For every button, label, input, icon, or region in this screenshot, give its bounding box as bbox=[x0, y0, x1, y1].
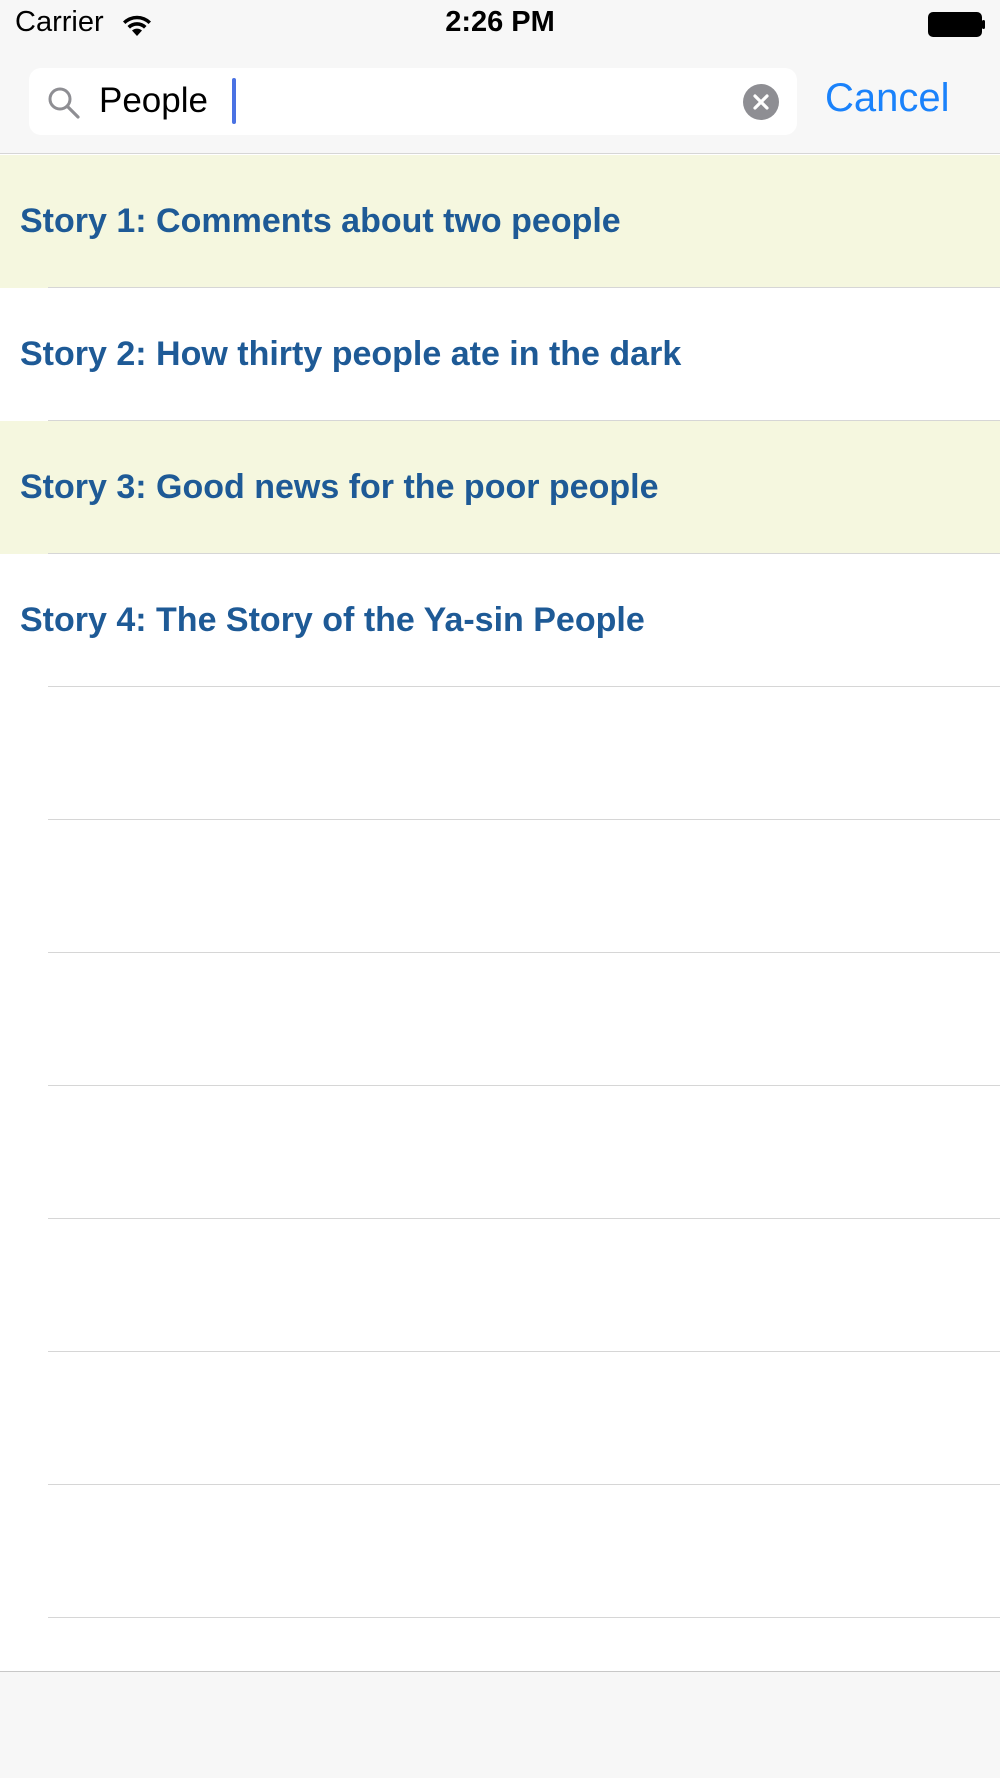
search-field[interactable] bbox=[29, 68, 797, 135]
cancel-button[interactable]: Cancel bbox=[825, 76, 950, 121]
list-item-label: Story 2: How thirty people ate in the da… bbox=[20, 335, 682, 373]
empty-row bbox=[0, 1219, 1000, 1352]
list-item-label: Story 4: The Story of the Ya-sin People bbox=[20, 601, 645, 639]
search-screen: Carrier 2:26 PM Cancel Sto bbox=[0, 0, 1000, 1778]
list-item-label: Story 3: Good news for the poor people bbox=[20, 468, 659, 506]
list-item[interactable]: Story 3: Good news for the poor people bbox=[0, 421, 1000, 554]
row-separator bbox=[48, 1617, 1000, 1618]
clear-button[interactable] bbox=[743, 84, 779, 120]
status-bar: Carrier 2:26 PM bbox=[0, 0, 1000, 50]
empty-row bbox=[0, 820, 1000, 953]
list-item[interactable]: Story 1: Comments about two people bbox=[0, 155, 1000, 288]
empty-row bbox=[0, 687, 1000, 820]
empty-row bbox=[0, 1086, 1000, 1219]
search-input[interactable] bbox=[69, 76, 689, 126]
bottom-toolbar bbox=[0, 1671, 1000, 1778]
search-header: Cancel bbox=[0, 50, 1000, 154]
battery-icon bbox=[928, 12, 985, 37]
results-list: Story 1: Comments about two people Story … bbox=[0, 155, 1000, 1618]
clear-icon bbox=[753, 94, 769, 110]
empty-row bbox=[0, 1485, 1000, 1618]
empty-row bbox=[0, 953, 1000, 1086]
list-item-label: Story 1: Comments about two people bbox=[20, 202, 621, 240]
text-caret bbox=[232, 78, 236, 124]
list-item[interactable]: Story 2: How thirty people ate in the da… bbox=[0, 288, 1000, 421]
status-time: 2:26 PM bbox=[445, 6, 555, 38]
empty-row bbox=[0, 1352, 1000, 1485]
list-item[interactable]: Story 4: The Story of the Ya-sin People bbox=[0, 554, 1000, 687]
